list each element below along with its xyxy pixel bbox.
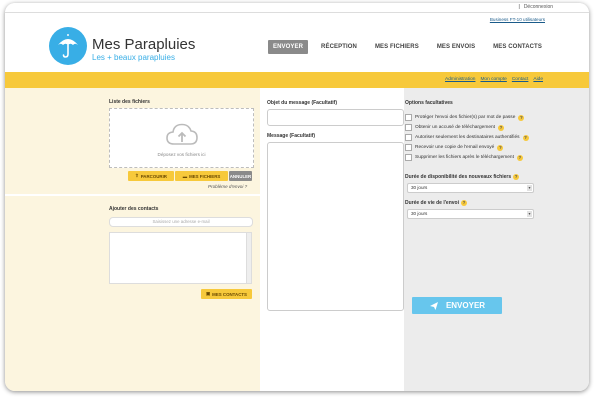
logout-label[interactable]: Déconnexion [524,4,553,10]
contact-link[interactable]: Contact [512,77,529,82]
option-copy[interactable]: Recevoir une copie de l'email envoyé ? [405,144,504,151]
help-icon[interactable]: ? [513,174,520,180]
nav-item-mes-envois[interactable]: MES ENVOIS [432,40,480,54]
availability-text: Durée de disponibilité des nouveaux fich… [405,174,512,180]
nav-item-mes-contacts[interactable]: MES CONTACTS [488,40,547,54]
my-contacts-button[interactable]: ▣ MES CONTACTS [201,289,252,299]
lifetime-select[interactable]: 30 jours ▾ [407,209,534,219]
option-password[interactable]: Protéger l'envoi des fichier(s) par mot … [405,114,525,121]
checkbox[interactable] [405,154,412,161]
checkbox[interactable] [405,134,412,141]
help-icon[interactable]: ? [497,144,504,151]
upload-icon: ⇧ [135,173,139,178]
umbrella-icon-svg [58,34,78,58]
help-icon[interactable]: ? [522,134,529,141]
help-icon[interactable]: ? [516,154,523,161]
contacts-list-area[interactable] [109,232,252,284]
left-divider [5,194,260,196]
availability-value: 30 jours [411,185,428,190]
browse-button[interactable]: ⇧ PARCOURIR [128,171,174,181]
option-label: Protéger l'envoi des fichier(s) par mot … [415,115,516,120]
send-label: ENVOYER [445,301,486,310]
option-label: Recevoir une copie de l'email envoyé [415,145,495,150]
message-label: Message (Facultatif) [267,133,316,139]
nav-item-mes-fichiers[interactable]: MES FICHIERS [370,40,424,54]
paper-plane-icon [429,301,438,310]
availability-label: Durée de disponibilité des nouveaux fich… [405,174,520,180]
option-label: Autoriser seulement les destinataires au… [415,135,520,140]
cloud-upload-icon [166,123,198,145]
top-bar: | Déconnexion [5,3,589,12]
user-info-link[interactable]: Business FT-10 utilisateurs [490,17,545,22]
divider [5,12,589,13]
lifetime-text: Durée de vie de l'envoi [405,200,459,206]
my-files-button[interactable]: ▬ MES FICHIERS [175,171,228,181]
options-title: Options facultatives [405,100,453,106]
my-files-label: MES FICHIERS [189,173,221,179]
chevron-down-icon: ▾ [527,185,532,191]
option-delete[interactable]: Supprimer les fichiers après le téléchar… [405,154,523,161]
chevron-down-icon: ▾ [527,211,532,217]
help-icon[interactable]: ? [498,124,504,131]
help-icon[interactable]: ? [461,200,467,206]
scrollbar[interactable] [246,233,251,283]
cancel-button[interactable]: ANNULER [229,171,252,181]
file-dropzone[interactable]: Déposez vos fichiers ici [109,108,254,168]
lifetime-label: Durée de vie de l'envoi ? [405,200,467,206]
send-button[interactable]: ENVOYER [412,297,502,314]
logout-link[interactable]: | Déconnexion [519,4,554,10]
subject-input[interactable] [267,109,404,126]
folder-icon: ▬ [182,173,188,179]
admin-link[interactable]: Administration [445,77,475,82]
contacts-title: Ajouter des contacts [109,206,159,212]
browse-label: PARCOURIR [140,173,167,179]
help-icon[interactable]: ? [518,114,525,121]
checkbox[interactable] [405,144,412,151]
availability-select[interactable]: 30 jours ▾ [407,183,534,193]
option-receipt[interactable]: Obtenir un accusé de téléchargement ? [405,124,504,131]
main-nav: ENVOYER RÉCEPTION MES FICHIERS MES ENVOI… [268,40,555,54]
help-link[interactable]: Aide [533,77,543,82]
checkbox[interactable] [405,124,412,131]
subject-label: Objet du message (Facultatif) [267,100,338,106]
message-textarea[interactable] [267,142,404,311]
contact-email-input[interactable]: Saisissez une adresse e-mail [109,217,253,227]
option-authenticated[interactable]: Autoriser seulement les destinataires au… [405,134,529,141]
contacts-icon: ▣ [206,291,211,296]
problem-link[interactable]: Problème d'envoi ? [208,184,247,189]
umbrella-icon[interactable] [49,27,87,65]
files-title: Liste des fichiers [109,99,150,105]
dropzone-text: Déposez vos fichiers ici [157,152,206,157]
brand-name[interactable]: Mes Parapluies [92,36,195,53]
option-label: Obtenir un accusé de téléchargement [415,125,495,130]
sub-links: Administration Mon compte Contact Aide [445,77,543,82]
nav-item-envoyer[interactable]: ENVOYER [268,40,309,54]
brand-tagline: Les + beaux parapluies [92,53,175,62]
nav-item-reception[interactable]: RÉCEPTION [316,40,362,54]
checkbox[interactable] [405,114,412,121]
option-label: Supprimer les fichiers après le téléchar… [415,155,514,160]
lifetime-value: 30 jours [411,211,428,216]
app-window: | Déconnexion Business FT-10 utilisateurs… [5,3,589,391]
my-contacts-label: MES CONTACTS [212,291,247,297]
account-link[interactable]: Mon compte [480,77,506,82]
